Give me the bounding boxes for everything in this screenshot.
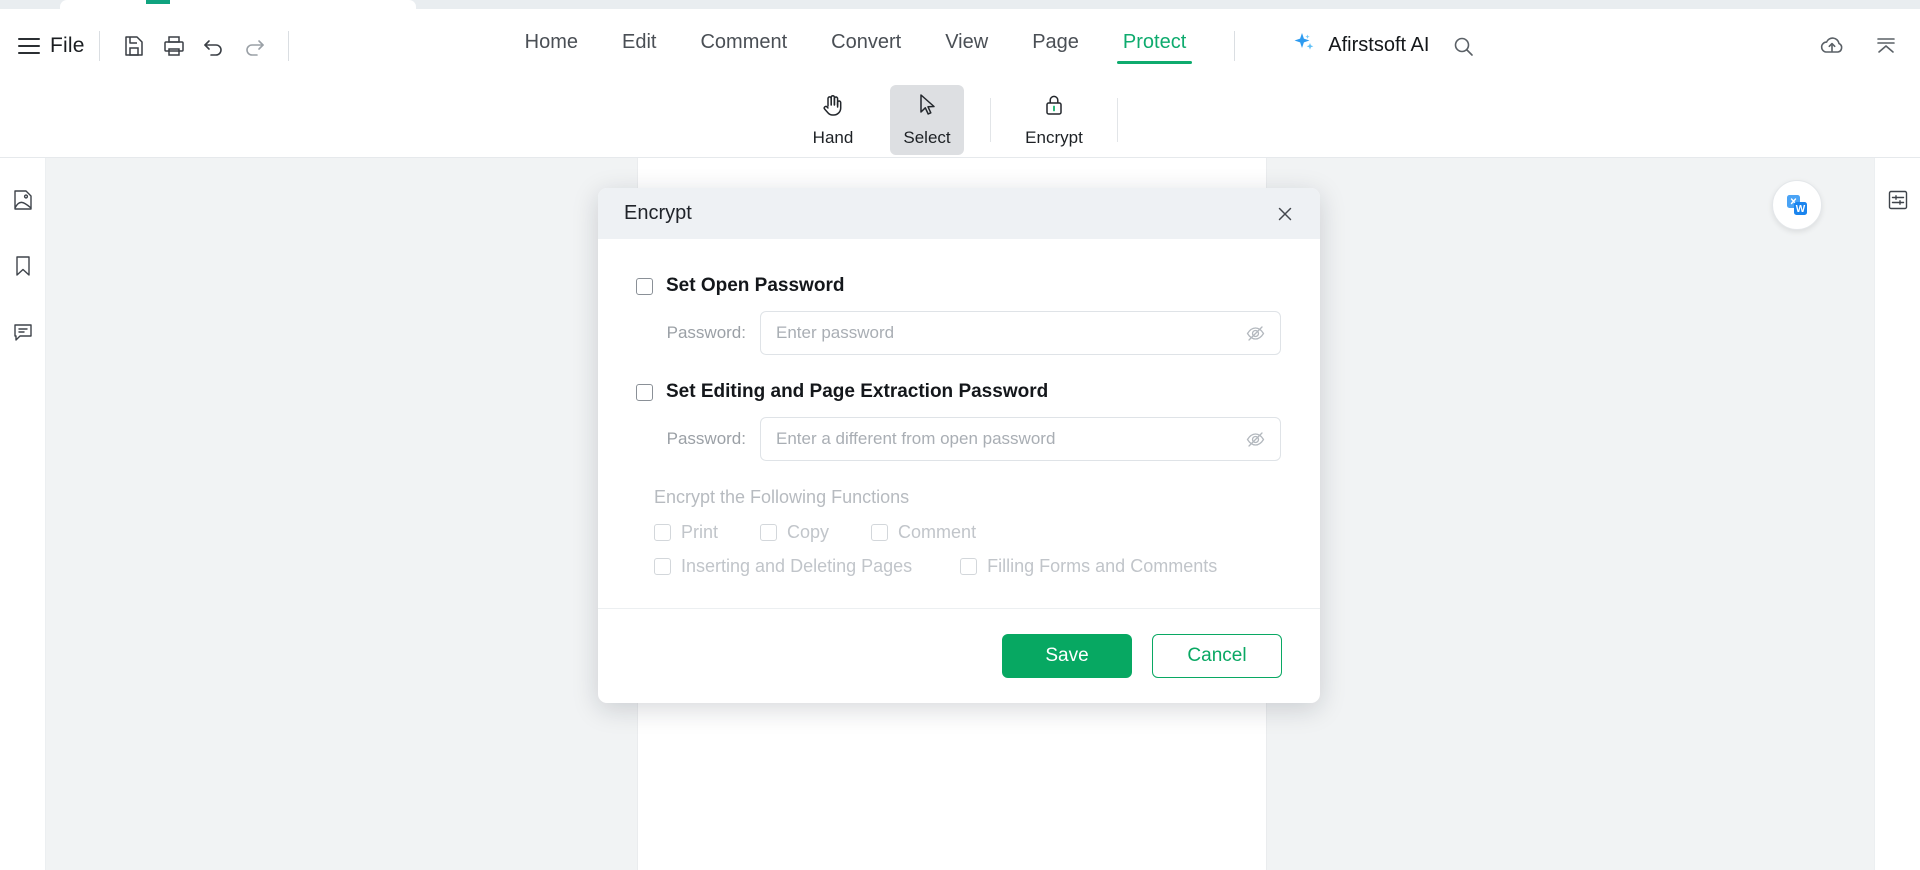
cancel-button[interactable]: Cancel (1152, 634, 1282, 678)
eye-off-icon[interactable] (1243, 427, 1267, 451)
search-icon[interactable] (1443, 26, 1483, 66)
tool-select[interactable]: Select (890, 84, 964, 155)
hamburger-menu-icon[interactable] (18, 37, 40, 54)
collapse-ribbon-icon[interactable] (1866, 26, 1906, 66)
open-password-input[interactable] (761, 323, 1280, 343)
function-copy-checkbox (760, 524, 778, 541)
function-comment-checkbox (871, 524, 889, 541)
function-inserting-deleting-pages-checkbox (654, 558, 671, 575)
protect-toolbar: Hand Select Encrypt (0, 82, 1920, 158)
afirstsoft-ai-button[interactable]: Afirstsoft AI (1291, 30, 1429, 61)
function-filling-forms-comments-checkbox (960, 558, 978, 575)
divider (990, 97, 991, 142)
tab-page[interactable]: Page (1010, 25, 1101, 66)
open-password-row: Password: (654, 311, 1282, 355)
right-sidebar (1874, 158, 1920, 870)
set-editing-password-row[interactable]: Set Editing and Page Extraction Password (636, 381, 1282, 403)
pdf-to-word-icon[interactable]: W (1772, 180, 1822, 230)
function-copy: Copy (760, 522, 829, 543)
editing-password-field[interactable] (760, 417, 1281, 461)
tool-encrypt-label: Encrypt (1025, 128, 1083, 147)
function-filling-forms-comments: Filling Forms and Comments (960, 556, 1217, 577)
encrypt-functions-title: Encrypt the Following Functions (654, 487, 910, 507)
application-window: File Home Edit Comment Convert View Page… (0, 0, 1920, 870)
divider (1117, 97, 1118, 142)
header-right-actions (1812, 26, 1906, 66)
main-header: File Home Edit Comment Convert View Page… (0, 9, 1920, 82)
lock-icon (1040, 91, 1068, 124)
set-open-password-checkbox[interactable] (636, 277, 653, 295)
eye-off-icon[interactable] (1243, 321, 1267, 345)
sparkle-ai-icon (1291, 30, 1317, 61)
set-editing-password-checkbox[interactable] (636, 383, 653, 401)
undo-arrow-icon[interactable] (194, 26, 234, 66)
divider (1234, 30, 1236, 61)
editing-password-row: Password: (654, 417, 1282, 461)
function-print: Print (654, 522, 718, 543)
encrypt-functions-group: Print Copy Comment Inserting and Deletin… (654, 522, 1282, 577)
function-filling-forms-comments-label: Filling Forms and Comments (987, 556, 1218, 576)
function-inserting-deleting-pages-label: Inserting and Deleting Pages (681, 556, 913, 576)
function-print-checkbox (654, 524, 671, 541)
dialog-footer: Save Cancel (598, 608, 1320, 703)
encrypt-functions-row-2: Inserting and Deleting Pages Filling For… (654, 556, 1282, 577)
function-comment-label: Comment (898, 522, 977, 542)
editing-password-input[interactable] (761, 429, 1280, 449)
afirstsoft-ai-label: Afirstsoft AI (1328, 34, 1430, 56)
window-tab-strip (0, 0, 1920, 9)
hand-icon (819, 91, 847, 124)
tool-hand[interactable]: Hand (796, 85, 870, 155)
tab-convert[interactable]: Convert (809, 25, 923, 66)
file-menu-group: File (18, 34, 85, 58)
function-copy-label: Copy (787, 522, 830, 542)
cursor-arrow-icon (913, 91, 941, 124)
tab-home[interactable]: Home (503, 25, 600, 66)
tool-hand-label: Hand (812, 128, 854, 147)
properties-sliders-icon[interactable] (1883, 185, 1913, 215)
encrypt-functions-row-1: Print Copy Comment (654, 522, 1282, 543)
left-sidebar (0, 158, 46, 870)
function-inserting-deleting-pages: Inserting and Deleting Pages (654, 556, 912, 577)
file-menu-label[interactable]: File (50, 34, 85, 58)
ribbon-tabs: Home Edit Comment Convert View Page Prot… (503, 25, 1209, 66)
tab-comment[interactable]: Comment (678, 25, 809, 66)
encrypt-dialog: Encrypt Set Open Password Password: Ente… (598, 188, 1320, 703)
editing-password-label: Password: (666, 429, 746, 448)
close-icon[interactable] (1270, 199, 1300, 229)
divider (98, 30, 100, 61)
open-password-field[interactable] (760, 311, 1281, 355)
bookmark-icon[interactable] (8, 251, 38, 281)
function-print-label: Print (681, 522, 719, 542)
tool-select-label: Select (903, 128, 951, 147)
dialog-title: Encrypt (624, 202, 692, 224)
tab-view[interactable]: View (923, 25, 1010, 66)
save-file-icon[interactable] (114, 26, 154, 66)
set-open-password-label: Set Open Password (666, 275, 845, 296)
open-password-label: Password: (666, 323, 746, 342)
tab-protect[interactable]: Protect (1101, 25, 1208, 66)
printer-icon[interactable] (154, 26, 194, 66)
dialog-body: Set Open Password Password: Enter passwo… (598, 239, 1320, 608)
save-button[interactable]: Save (1002, 634, 1132, 678)
document-tab[interactable] (60, 0, 416, 9)
tab-accent-bar (146, 0, 170, 4)
set-open-password-row[interactable]: Set Open Password (636, 275, 1282, 297)
function-comment: Comment (871, 522, 976, 543)
svg-text:W: W (1796, 204, 1806, 215)
tab-edit[interactable]: Edit (600, 25, 678, 66)
page-thumbnail-icon[interactable] (8, 185, 38, 215)
divider (287, 30, 289, 61)
comment-bubble-icon[interactable] (8, 317, 38, 347)
tool-row: Hand Select Encrypt (786, 84, 1134, 155)
cloud-upload-icon[interactable] (1812, 26, 1852, 66)
tool-encrypt[interactable]: Encrypt (1017, 85, 1091, 155)
dialog-header: Encrypt (598, 188, 1320, 239)
set-editing-password-label: Set Editing and Page Extraction Password (666, 381, 1049, 402)
redo-arrow-icon[interactable] (234, 26, 274, 66)
